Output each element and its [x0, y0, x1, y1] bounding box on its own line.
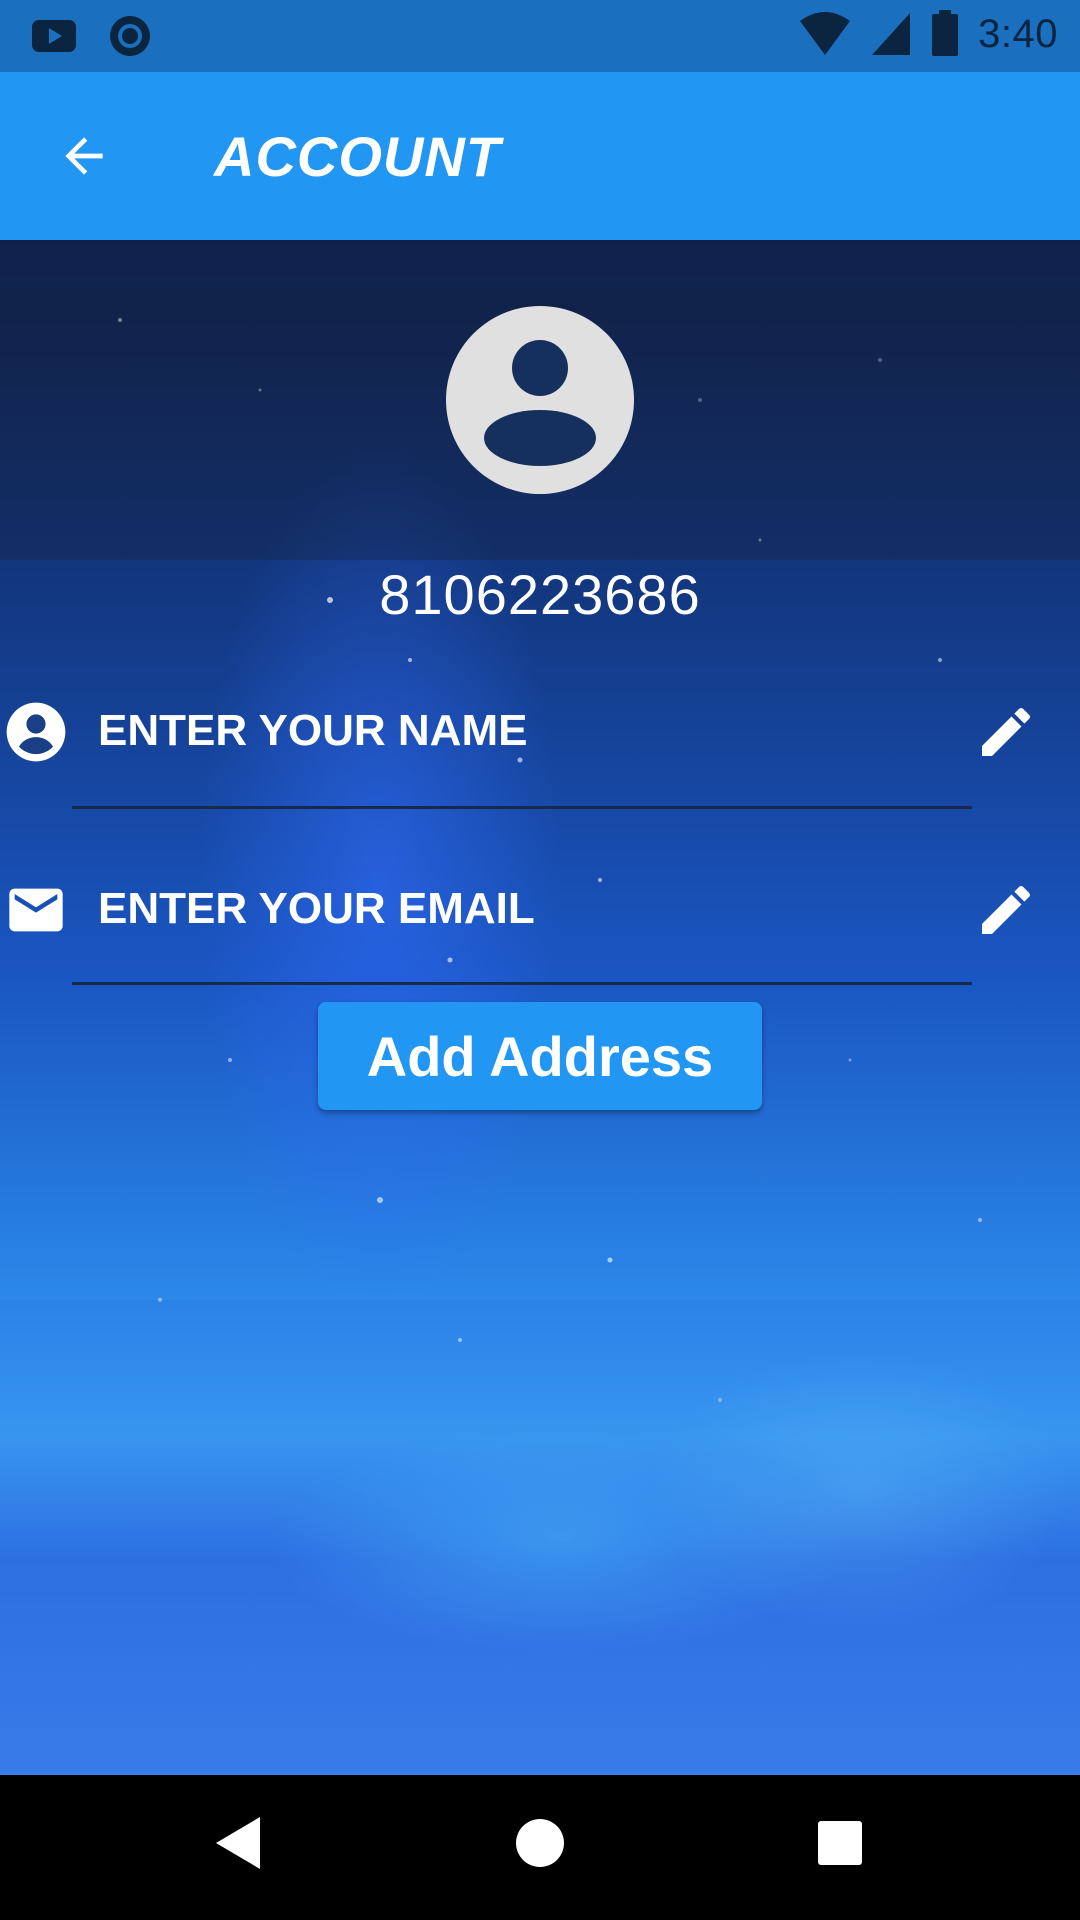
home-icon[interactable]: [516, 1819, 564, 1867]
signal-icon: [872, 13, 911, 55]
phone-number: 8106223686: [379, 563, 701, 626]
name-field-row: [0, 670, 1080, 790]
battery-icon: [932, 10, 959, 56]
account-screen: 3:40 ACCOUNT 8106223686 ENTER YOUR NAME …: [0, 0, 1080, 1920]
name-input[interactable]: [96, 698, 920, 764]
page-title: ACCOUNT: [214, 125, 501, 188]
email-field-row: [0, 848, 1080, 968]
status-bar: 3:40: [0, 0, 1080, 72]
mail-icon: [9, 888, 63, 932]
navigation-bar: [0, 1775, 1080, 1920]
app-bar: ACCOUNT: [0, 72, 1080, 240]
account-circle-icon[interactable]: [446, 306, 634, 494]
wifi-icon: [800, 12, 851, 55]
person-icon: [6, 702, 66, 762]
back-button[interactable]: [50, 122, 118, 190]
status-right-icons: 3:40: [798, 10, 1058, 58]
edit-name-button[interactable]: [974, 700, 1038, 764]
arrow-back-icon: [65, 137, 103, 175]
content-area: 8106223686 Add Address: [0, 240, 1080, 1775]
sync-icon: [110, 16, 150, 56]
back-icon[interactable]: [214, 1815, 262, 1871]
status-time: 3:40: [978, 11, 1058, 56]
email-field-underline: [72, 982, 972, 985]
youtube-icon: [32, 20, 76, 52]
name-field-underline: [72, 806, 972, 809]
email-input[interactable]: [96, 876, 920, 942]
recents-icon[interactable]: [818, 1821, 862, 1865]
edit-email-button[interactable]: [974, 878, 1038, 942]
status-left-icons: [30, 14, 152, 58]
add-address-button[interactable]: Add Address: [318, 1002, 762, 1110]
